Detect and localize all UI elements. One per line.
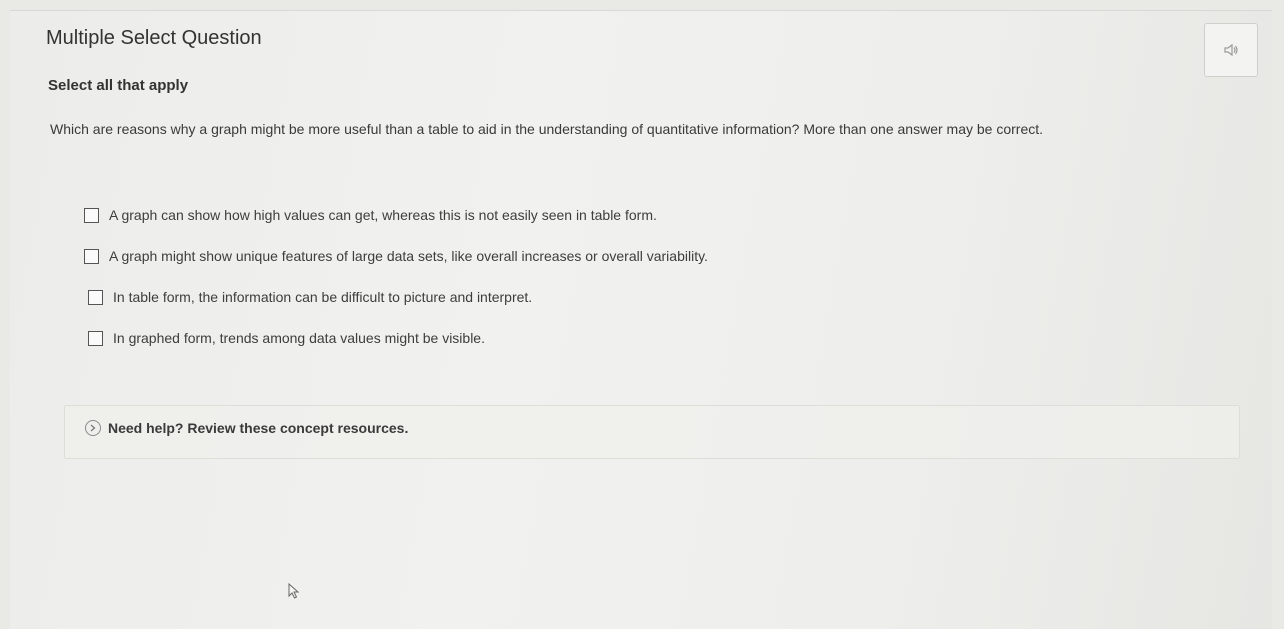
option-label: A graph might show unique features of la… [109,248,708,264]
question-prompt: Which are reasons why a graph might be m… [50,121,1044,137]
option-checkbox[interactable] [88,289,103,305]
option-checkbox[interactable] [84,207,99,223]
answer-option-3[interactable]: In table form, the information can be di… [88,287,708,307]
answer-option-2[interactable]: A graph might show unique features of la… [84,246,708,266]
option-label: A graph can show how high values can get… [109,207,657,223]
answer-options-list: A graph can show how high values can get… [84,205,708,369]
option-checkbox[interactable] [88,330,103,346]
option-checkbox[interactable] [84,248,99,264]
concept-resources-link[interactable]: Need help? Review these concept resource… [85,420,408,436]
chevron-right-circle-icon [85,420,101,436]
help-link-label: Need help? Review these concept resource… [108,420,409,436]
instruction-text: Select all that apply [48,77,189,94]
option-label: In table form, the information can be di… [113,289,533,305]
read-aloud-button[interactable] [1204,23,1258,77]
question-type-heading: Multiple Select Question [46,27,262,49]
speaker-icon [1224,43,1238,57]
question-page: Multiple Select Question Select all that… [10,10,1272,629]
help-panel: Need help? Review these concept resource… [64,405,1240,459]
answer-option-4[interactable]: In graphed form, trends among data value… [88,328,708,348]
option-label: In graphed form, trends among data value… [113,330,485,346]
mouse-cursor-icon [288,583,300,599]
answer-option-1[interactable]: A graph can show how high values can get… [84,205,708,225]
